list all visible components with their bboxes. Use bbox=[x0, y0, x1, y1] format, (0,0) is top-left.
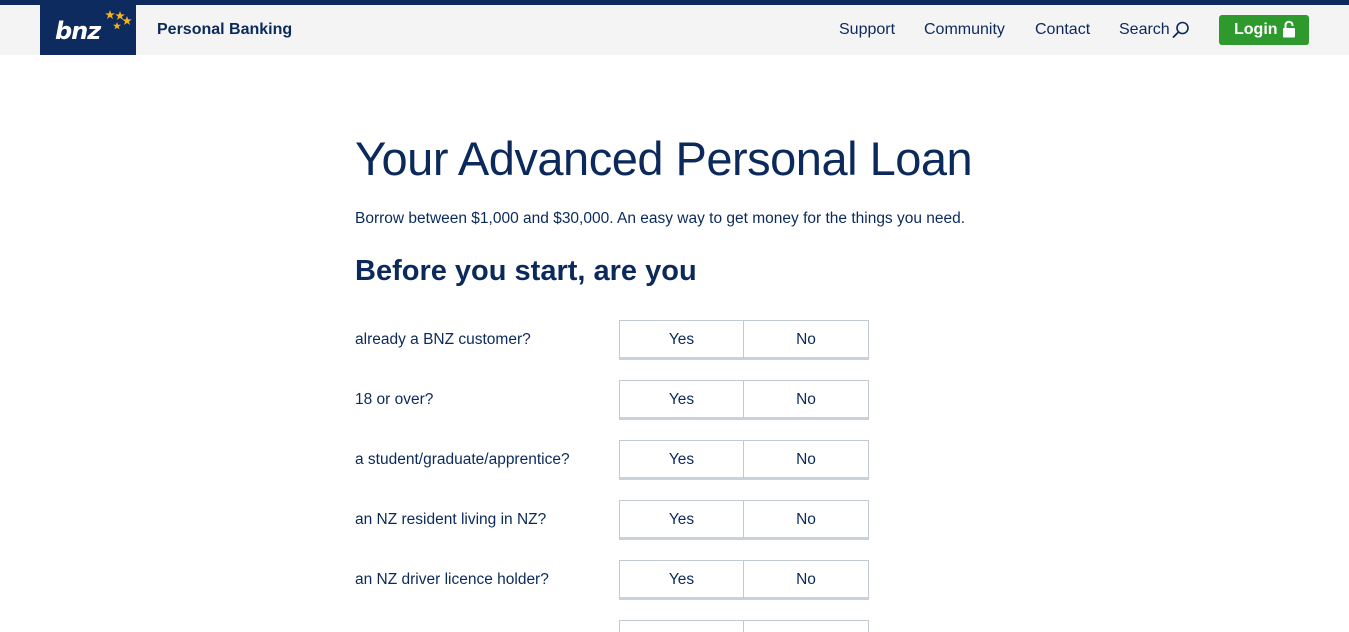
star-icon bbox=[122, 16, 132, 25]
question-label: 18 or over? bbox=[355, 391, 434, 408]
brand-title[interactable]: Personal Banking bbox=[157, 21, 292, 39]
question-label: an NZ resident living in NZ? bbox=[355, 511, 547, 528]
yes-button[interactable]: Yes bbox=[619, 500, 744, 540]
question-row-resident: an NZ resident living in NZ? Yes No bbox=[355, 500, 869, 540]
star-icon bbox=[105, 10, 115, 19]
yes-button[interactable]: Yes bbox=[619, 380, 744, 420]
login-label: Login bbox=[1234, 21, 1278, 38]
question-label: already a BNZ customer? bbox=[355, 331, 531, 348]
question-row-age: 18 or over? Yes No bbox=[355, 380, 869, 420]
question-row-student: a student/graduate/apprentice? Yes No bbox=[355, 440, 869, 480]
star-icon bbox=[113, 22, 121, 30]
login-button[interactable]: Login bbox=[1219, 15, 1309, 45]
stars-icon bbox=[105, 10, 132, 30]
no-button[interactable]: No bbox=[744, 500, 869, 540]
question-label: a student/graduate/apprentice? bbox=[355, 451, 570, 468]
no-button[interactable]: No bbox=[744, 320, 869, 360]
lock-icon bbox=[1283, 20, 1295, 38]
no-button[interactable]: No bbox=[744, 440, 869, 480]
nav-search[interactable]: Search bbox=[1119, 21, 1170, 39]
page-title: Your Advanced Personal Loan bbox=[355, 132, 973, 185]
yes-button[interactable]: Yes bbox=[619, 560, 744, 600]
nav-community[interactable]: Community bbox=[924, 21, 1005, 39]
yes-button[interactable]: Yes bbox=[619, 440, 744, 480]
bnz-logo[interactable]: bnz bbox=[40, 5, 136, 55]
no-button-partial[interactable] bbox=[744, 620, 869, 632]
question-row-bnz-customer: already a BNZ customer? Yes No bbox=[355, 320, 869, 360]
question-row-partial bbox=[355, 620, 869, 632]
lead-text: Borrow between $1,000 and $30,000. An ea… bbox=[355, 210, 966, 227]
logo-wordmark: bnz bbox=[55, 17, 101, 45]
question-row-licence: an NZ driver licence holder? Yes No bbox=[355, 560, 869, 600]
yes-button[interactable]: Yes bbox=[619, 320, 744, 360]
yes-button-partial[interactable] bbox=[619, 620, 744, 632]
star-icon bbox=[115, 11, 125, 20]
no-button[interactable]: No bbox=[744, 380, 869, 420]
section-heading: Before you start, are you bbox=[355, 255, 697, 287]
search-icon[interactable] bbox=[1172, 21, 1190, 39]
nav-support[interactable]: Support bbox=[839, 21, 895, 39]
no-button[interactable]: No bbox=[744, 560, 869, 600]
question-label: an NZ driver licence holder? bbox=[355, 571, 549, 588]
site-header: bnz Personal Banking Support Community C… bbox=[0, 5, 1349, 55]
nav-contact[interactable]: Contact bbox=[1035, 21, 1090, 39]
